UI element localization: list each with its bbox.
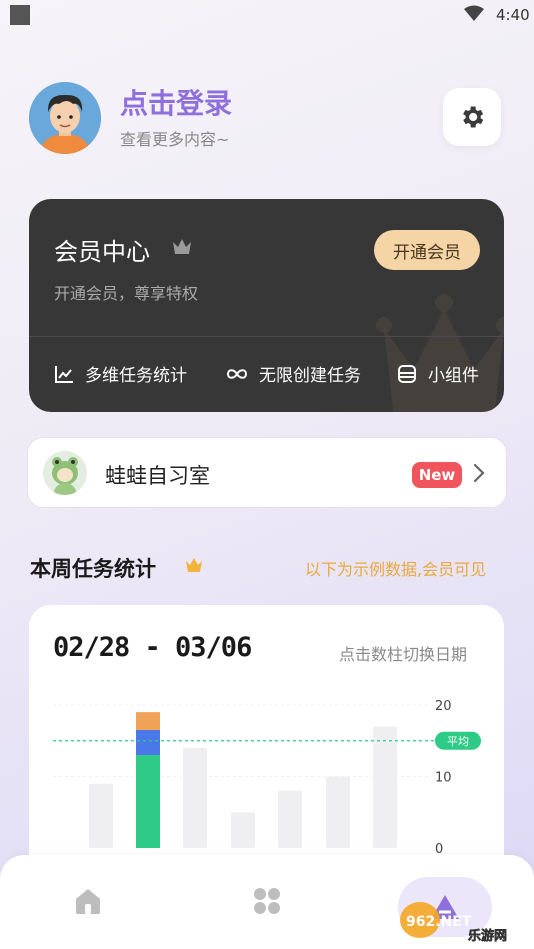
bar[interactable] bbox=[278, 790, 302, 848]
vip-card[interactable]: 会员中心 开通会员，尊享特权 开通会员 多维任务统计 无限创建任务 小组件 bbox=[29, 199, 504, 412]
y-tick-label: 10 bbox=[435, 771, 452, 786]
study-room-label: 蛙蛙自习室 bbox=[105, 464, 210, 488]
bar[interactable] bbox=[326, 776, 350, 849]
divider bbox=[29, 336, 504, 337]
highlight-bar-segment[interactable] bbox=[136, 755, 160, 848]
bar[interactable] bbox=[89, 783, 113, 848]
y-tick-label: 20 bbox=[435, 699, 452, 714]
settings-button[interactable] bbox=[443, 88, 501, 146]
infinity-icon bbox=[225, 366, 249, 382]
crown-watermark-icon bbox=[376, 294, 504, 412]
feature-label: 多维任务统计 bbox=[85, 366, 187, 386]
open-vip-button[interactable]: 开通会员 bbox=[374, 230, 480, 270]
bar[interactable] bbox=[231, 812, 255, 848]
wifi-icon bbox=[464, 5, 484, 21]
gear-icon bbox=[463, 106, 484, 128]
highlight-bar-segment[interactable] bbox=[136, 712, 160, 731]
study-room-card[interactable]: 蛙蛙自习室 New bbox=[27, 437, 507, 508]
vip-title: 会员中心 bbox=[54, 238, 150, 266]
site-watermark: 962.NET 乐游网 bbox=[400, 902, 507, 944]
chevron-right-icon bbox=[473, 463, 485, 483]
login-title[interactable]: 点击登录 bbox=[120, 82, 232, 122]
new-badge: New bbox=[412, 462, 462, 488]
weekly-stats-title: 本周任务统计 bbox=[30, 557, 156, 581]
feature-widgets[interactable]: 小组件 bbox=[396, 361, 479, 386]
watermark-text: 962.NET bbox=[406, 914, 472, 930]
average-label: 平均 bbox=[447, 735, 469, 748]
avatar[interactable] bbox=[29, 82, 101, 154]
vip-subtitle: 开通会员，尊享特权 bbox=[54, 284, 199, 303]
chart-card: 02/28 - 03/06 点击数柱切换日期 平均 20 10 0 bbox=[29, 605, 504, 895]
status-time: 4:40 bbox=[496, 6, 530, 24]
bar[interactable] bbox=[183, 747, 207, 848]
feature-label: 无限创建任务 bbox=[259, 366, 361, 386]
highlight-bar-segment[interactable] bbox=[136, 730, 160, 756]
weekly-bar-chart[interactable]: 平均20100 bbox=[29, 605, 504, 895]
bar[interactable] bbox=[373, 726, 397, 848]
feature-label: 小组件 bbox=[428, 366, 479, 386]
tab-discover[interactable] bbox=[251, 885, 283, 921]
grid-icon bbox=[254, 888, 280, 914]
chart-icon bbox=[53, 363, 75, 385]
login-subtitle: 查看更多内容~ bbox=[120, 130, 230, 149]
watermark-subtext: 乐游网 bbox=[468, 928, 507, 944]
tab-home[interactable] bbox=[72, 885, 104, 921]
home-icon bbox=[76, 889, 100, 914]
sample-data-note: 以下为示例数据,会员可见 bbox=[305, 560, 487, 579]
widget-icon bbox=[396, 363, 418, 385]
crown-icon bbox=[173, 239, 191, 254]
feature-unlimited-tasks[interactable]: 无限创建任务 bbox=[225, 361, 361, 386]
status-bar: 4:40 bbox=[0, 0, 534, 30]
frog-avatar bbox=[43, 451, 87, 495]
feature-task-stats[interactable]: 多维任务统计 bbox=[53, 361, 187, 386]
vip-crown-icon bbox=[186, 558, 202, 572]
notification-icon bbox=[10, 5, 30, 25]
